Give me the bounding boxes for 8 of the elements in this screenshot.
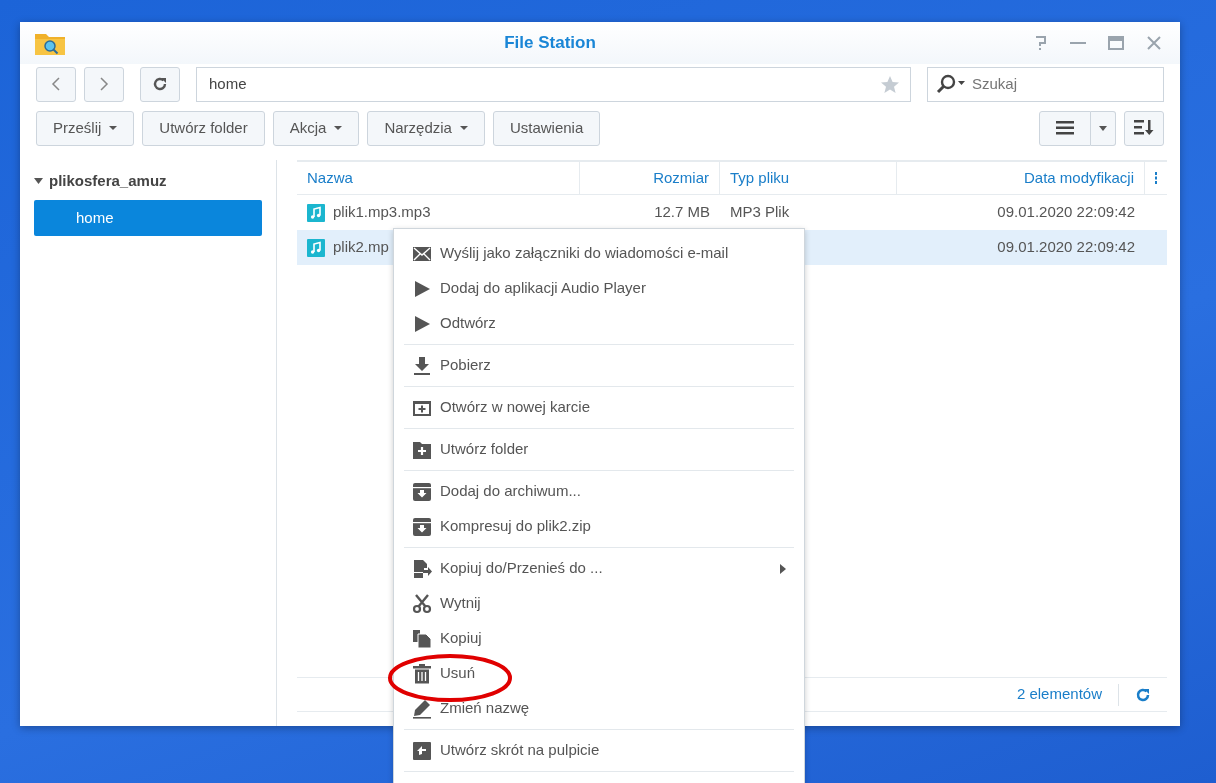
- file-name: plik1.mp3.mp3: [333, 202, 431, 223]
- file-name: plik2.mp: [333, 237, 389, 258]
- modified-date: 09.01.2020 22:09:42: [997, 237, 1135, 258]
- file-type: MP3 Plik: [730, 202, 790, 223]
- window-title: File Station: [503, 32, 597, 55]
- file-size: 12.7 MB: [654, 202, 710, 223]
- modified-date: 09.01.2020 22:09:42: [997, 202, 1135, 223]
- item-count: 2 elementów: [1016, 684, 1103, 705]
